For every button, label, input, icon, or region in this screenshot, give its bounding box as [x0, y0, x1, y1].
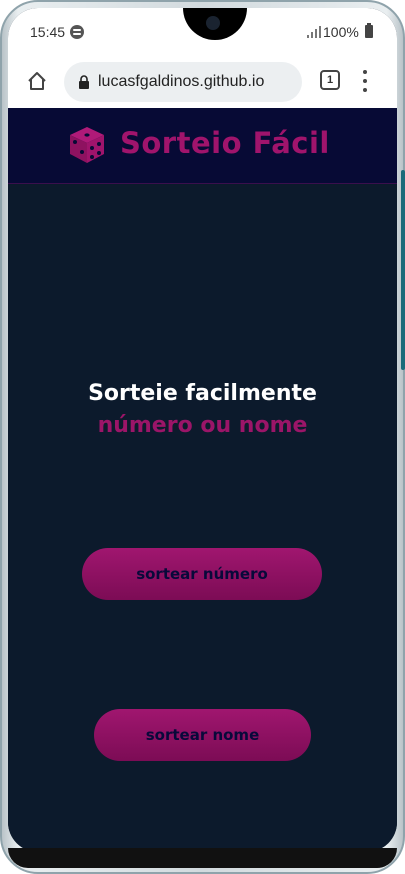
address-bar[interactable]: lucasfgaldinos.github.io	[64, 62, 302, 102]
draw-name-button[interactable]: sortear nome	[94, 709, 311, 761]
kebab-menu-icon[interactable]	[362, 70, 368, 92]
tabs-icon[interactable]: 1	[320, 70, 340, 90]
phone-side-button	[401, 170, 405, 370]
home-icon[interactable]	[26, 70, 48, 92]
status-bar: 15:45 100%	[8, 8, 397, 56]
dice-icon	[70, 127, 104, 163]
phone-bottom-bezel	[8, 848, 397, 868]
hero-heading: Sorteie facilmente	[88, 381, 317, 406]
status-time: 15:45	[30, 24, 66, 40]
url-text: lucasfgaldinos.github.io	[98, 73, 265, 90]
camera-icon	[206, 16, 220, 30]
battery-icon	[365, 23, 373, 38]
site-header: Sorteio Fácil	[8, 108, 397, 184]
spotify-icon	[70, 25, 84, 39]
browser-toolbar: lucasfgaldinos.github.io 1	[8, 56, 397, 108]
main-content: Sorteie facilmente número ou nome sortea…	[8, 185, 397, 852]
lock-icon	[79, 75, 89, 89]
screen: 15:45 100% lucasfgaldinos.github.io 1 So…	[8, 8, 397, 852]
hero-subheading: número ou nome	[97, 413, 308, 438]
signal-icon	[307, 26, 321, 38]
site-title: Sorteio Fácil	[120, 126, 330, 160]
battery-percent: 100%	[323, 24, 359, 40]
draw-number-button[interactable]: sortear número	[82, 548, 322, 600]
